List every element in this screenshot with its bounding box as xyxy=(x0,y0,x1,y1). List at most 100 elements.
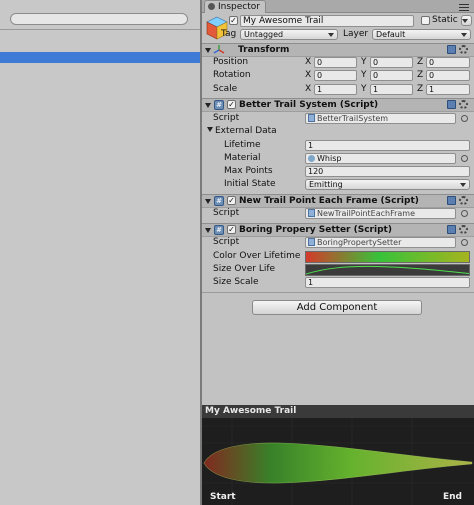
position-y-label: Y xyxy=(361,57,367,67)
scale-x-field[interactable]: 1 xyxy=(314,84,357,95)
material-field[interactable]: Whisp xyxy=(305,153,456,164)
rotation-y-field[interactable]: 0 xyxy=(370,70,413,81)
initial-state-value: Emitting xyxy=(309,180,343,189)
rotation-z-label: Z xyxy=(417,70,424,80)
layer-value: Default xyxy=(376,30,406,39)
position-x-label: X xyxy=(305,57,312,67)
position-label: Position xyxy=(213,57,249,67)
initial-state-label: Initial State xyxy=(224,179,276,189)
trail-preview: Start End xyxy=(202,418,474,505)
script-label: Script xyxy=(213,237,240,247)
gear-icon[interactable] xyxy=(459,45,468,54)
initial-state-dropdown[interactable]: Emitting xyxy=(305,179,470,190)
boring-setter-title: Boring Propery Setter (Script) xyxy=(239,225,392,235)
max-points-label: Max Points xyxy=(224,166,273,176)
tag-value: Untagged xyxy=(244,30,284,39)
gear-icon[interactable] xyxy=(459,225,468,234)
hierarchy-panel xyxy=(0,0,200,505)
layer-dropdown[interactable]: Default xyxy=(372,29,471,40)
gear-icon[interactable] xyxy=(459,196,468,205)
scale-y-field[interactable]: 1 xyxy=(370,84,413,95)
size-scale-field[interactable]: 1 xyxy=(305,277,470,288)
preview-header[interactable]: My Awesome Trail xyxy=(202,405,474,418)
gear-icon[interactable] xyxy=(459,100,468,109)
tag-label: Tag xyxy=(221,29,237,39)
foldout-arrow-icon xyxy=(207,127,213,132)
better-trail-enabled-checkbox[interactable]: ✓ xyxy=(227,100,236,109)
hierarchy-search-input[interactable] xyxy=(10,13,188,25)
help-book-icon[interactable] xyxy=(447,100,456,109)
transform-fold-icon[interactable] xyxy=(205,48,211,53)
tag-dropdown[interactable]: Untagged xyxy=(240,29,338,40)
rotation-x-label: X xyxy=(305,70,312,80)
better-trail-title: Better Trail System (Script) xyxy=(239,100,379,110)
material-label: Material xyxy=(224,153,261,163)
external-data-foldout[interactable]: External Data xyxy=(207,126,277,137)
scale-z-field[interactable]: 1 xyxy=(426,84,470,95)
tab-inspector[interactable]: Inspector xyxy=(204,0,266,13)
static-dropdown[interactable] xyxy=(461,15,472,26)
position-z-label: Z xyxy=(417,57,424,67)
color-over-lifetime-label: Color Over Lifetime xyxy=(213,251,301,261)
better-trail-script-value: BetterTrailSystem xyxy=(317,114,389,123)
tab-inspector-label: Inspector xyxy=(218,2,260,12)
boring-setter-fold-icon[interactable] xyxy=(205,228,211,233)
script-component-icon: # xyxy=(214,196,224,206)
material-sphere-icon xyxy=(308,155,315,162)
boring-setter-script-field: BoringPropertySetter xyxy=(305,237,456,248)
preview-end-label: End xyxy=(443,492,462,502)
lifetime-field[interactable]: 1 xyxy=(305,140,470,151)
tab-menu-icon[interactable] xyxy=(458,2,470,12)
boring-setter-enabled-checkbox[interactable]: ✓ xyxy=(227,225,236,234)
rotation-x-field[interactable]: 0 xyxy=(314,70,357,81)
script-component-icon: # xyxy=(214,100,224,110)
trail-preview-canvas xyxy=(202,418,474,505)
color-over-lifetime-gradient[interactable] xyxy=(305,251,470,263)
object-active-checkbox[interactable]: ✓ xyxy=(229,16,238,25)
static-checkbox[interactable] xyxy=(421,16,430,25)
position-y-field[interactable]: 0 xyxy=(370,57,413,68)
material-value: Whisp xyxy=(317,154,342,163)
script-component-icon: # xyxy=(214,225,224,235)
lifetime-label: Lifetime xyxy=(224,140,261,150)
object-picker-icon[interactable] xyxy=(461,210,468,217)
static-label: Static xyxy=(432,15,458,25)
boring-setter-script-value: BoringPropertySetter xyxy=(317,238,402,247)
object-picker-icon[interactable] xyxy=(461,155,468,162)
new-trail-point-enabled-checkbox[interactable]: ✓ xyxy=(227,196,236,205)
info-icon xyxy=(208,3,215,10)
transform-title: Transform xyxy=(238,45,290,55)
position-z-field[interactable]: 0 xyxy=(426,57,470,68)
position-x-field[interactable]: 0 xyxy=(314,57,357,68)
object-picker-icon[interactable] xyxy=(461,239,468,246)
rotation-y-label: Y xyxy=(361,70,367,80)
hierarchy-divider xyxy=(0,29,200,30)
preview-start-label: Start xyxy=(210,492,236,502)
external-data-label: External Data xyxy=(215,126,277,136)
object-name-input[interactable]: My Awesome Trail xyxy=(240,15,414,27)
transform-icon xyxy=(213,44,225,56)
layer-label: Layer xyxy=(343,29,369,39)
help-book-icon[interactable] xyxy=(447,45,456,54)
script-file-icon xyxy=(308,209,315,217)
size-scale-label: Size Scale xyxy=(213,277,259,287)
hierarchy-selected-row[interactable] xyxy=(0,52,200,63)
scale-z-label: Z xyxy=(417,84,424,94)
rotation-z-field[interactable]: 0 xyxy=(426,70,470,81)
new-trail-point-script-field: NewTrailPointEachFrame xyxy=(305,208,456,219)
size-over-life-curve[interactable] xyxy=(305,264,470,276)
add-component-button[interactable]: Add Component xyxy=(252,300,422,315)
help-book-icon[interactable] xyxy=(447,225,456,234)
new-trail-point-fold-icon[interactable] xyxy=(205,199,211,204)
object-picker-icon[interactable] xyxy=(461,115,468,122)
trail-shape xyxy=(204,442,472,484)
help-book-icon[interactable] xyxy=(447,196,456,205)
scale-label: Scale xyxy=(213,84,238,94)
new-trail-point-title: New Trail Point Each Frame (Script) xyxy=(239,196,419,206)
better-trail-fold-icon[interactable] xyxy=(205,103,211,108)
scale-y-label: Y xyxy=(361,84,367,94)
rotation-label: Rotation xyxy=(213,70,251,80)
max-points-field[interactable]: 120 xyxy=(305,166,470,177)
better-trail-script-field: BetterTrailSystem xyxy=(305,113,456,124)
script-label: Script xyxy=(213,113,240,123)
